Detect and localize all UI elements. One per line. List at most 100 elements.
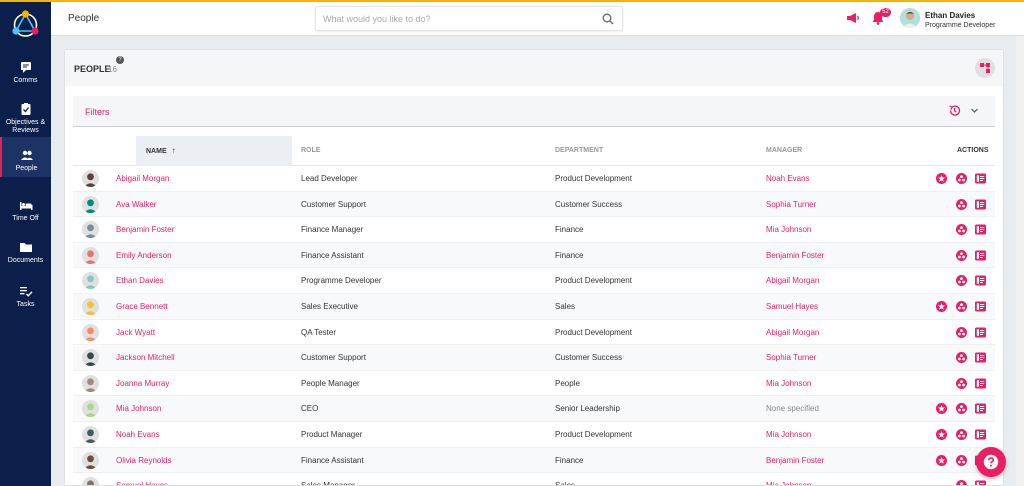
manager-link[interactable]: Noah Evans — [766, 166, 810, 191]
search-icon[interactable] — [602, 13, 614, 25]
avatar[interactable] — [82, 195, 99, 213]
team-icon[interactable] — [956, 198, 967, 210]
employee-name-link[interactable]: Jack Wyatt — [116, 320, 155, 345]
avatar[interactable] — [82, 477, 99, 485]
profile-card-icon[interactable] — [975, 352, 986, 363]
manager-link[interactable]: Benjamin Foster — [766, 448, 824, 473]
table-row[interactable]: Jack Wyatt QA Tester Product Development Ab… — [73, 320, 995, 346]
table-row[interactable]: Benjamin Foster Finance Manager Finance Mia… — [73, 217, 995, 243]
manager-link[interactable]: Sophia Turner — [766, 345, 816, 370]
table-row[interactable]: Abigail Morgan Lead Developer Product Deve… — [73, 166, 995, 192]
employee-name-link[interactable]: Jackson Mitchell — [116, 345, 175, 370]
team-icon[interactable] — [956, 352, 967, 364]
help-icon[interactable]: ? — [116, 56, 124, 64]
column-header-department[interactable]: DEPARTMENT — [555, 136, 603, 166]
avatar[interactable] — [82, 297, 99, 315]
employee-name-link[interactable]: Mia Johnson — [116, 396, 161, 421]
star-icon[interactable] — [936, 300, 947, 312]
avatar[interactable] — [82, 246, 99, 264]
sidebar-item-tasks[interactable]: Tasks — [0, 284, 51, 309]
profile-card-icon[interactable] — [975, 224, 986, 235]
table-row[interactable]: Mia Johnson CEO Senior Leadership None spec… — [73, 396, 995, 422]
table-row[interactable]: Ethan Davies Programme Developer Product D… — [73, 268, 995, 294]
manager-link[interactable]: Benjamin Foster — [766, 243, 824, 268]
manager-link[interactable]: Mia Johnson — [766, 217, 811, 242]
employee-name-link[interactable]: Samuel Hayes — [116, 473, 168, 485]
user-avatar[interactable] — [900, 8, 920, 28]
avatar[interactable] — [82, 221, 99, 239]
team-icon[interactable] — [956, 403, 967, 415]
manager-link[interactable]: Abigail Morgan — [766, 268, 819, 293]
avatar[interactable] — [82, 400, 99, 418]
sidebar-item-objectives[interactable]: Objectives & Reviews — [0, 102, 51, 135]
manager-link[interactable]: Sophia Turner — [766, 192, 816, 217]
filters-toggle[interactable]: Filters — [85, 107, 110, 117]
org-chart-button[interactable] — [975, 58, 995, 78]
sidebar-item-comms[interactable]: Comms — [0, 60, 51, 85]
team-icon[interactable] — [956, 428, 967, 440]
profile-card-icon[interactable] — [975, 250, 986, 261]
megaphone-icon[interactable] — [846, 12, 860, 24]
app-logo[interactable] — [10, 8, 41, 42]
history-icon[interactable] — [948, 104, 961, 117]
sidebar-item-people[interactable]: People — [0, 137, 51, 177]
sidebar-item-time-off[interactable]: Time Off — [0, 198, 51, 223]
column-header-role[interactable]: ROLE — [301, 136, 320, 166]
star-icon[interactable] — [936, 173, 947, 184]
chevron-down-icon[interactable] — [970, 106, 979, 115]
employee-name-link[interactable]: Emily Anderson — [116, 243, 172, 268]
help-fab-button[interactable] — [976, 447, 1006, 477]
avatar[interactable] — [82, 272, 99, 290]
avatar[interactable] — [82, 170, 99, 187]
table-row[interactable]: Noah Evans Product Manager Product Develop… — [73, 422, 995, 448]
profile-card-icon[interactable] — [975, 199, 986, 210]
employee-name-link[interactable]: Ethan Davies — [116, 268, 164, 293]
table-row[interactable]: Ava Walker Customer Support Customer Succe… — [73, 191, 995, 218]
employee-name-link[interactable]: Benjamin Foster — [116, 217, 174, 242]
profile-card-icon[interactable] — [975, 275, 986, 286]
team-icon[interactable] — [956, 275, 967, 287]
profile-card-icon[interactable] — [975, 327, 986, 338]
employee-name-link[interactable]: Ava Walker — [116, 192, 156, 217]
star-icon[interactable] — [936, 428, 947, 440]
team-icon[interactable] — [956, 454, 967, 466]
avatar[interactable] — [82, 374, 99, 392]
avatar[interactable] — [82, 425, 99, 443]
team-icon[interactable] — [956, 377, 967, 389]
profile-card-icon[interactable] — [975, 403, 986, 414]
table-row[interactable]: Jackson Mitchell Customer Support Customer… — [73, 345, 995, 371]
team-icon[interactable] — [956, 173, 967, 184]
search-box[interactable] — [315, 6, 623, 31]
page-scrollbar[interactable] — [1016, 36, 1024, 486]
team-icon[interactable] — [956, 249, 967, 261]
profile-card-icon[interactable] — [975, 480, 986, 486]
profile-card-icon[interactable] — [975, 301, 986, 312]
table-row[interactable]: Emily Anderson Finance Assistant Finance Be… — [73, 242, 995, 269]
avatar[interactable] — [82, 323, 99, 341]
profile-card-icon[interactable] — [975, 378, 986, 389]
table-row[interactable]: Joanna Murray People Manager People Mia Joh… — [73, 371, 995, 397]
profile-card-icon[interactable] — [975, 429, 986, 440]
table-row[interactable]: Olivia Reynolds Finance Assistant Finance B… — [73, 447, 995, 474]
search-input[interactable] — [316, 7, 586, 30]
manager-link[interactable]: Mia Johnson — [766, 473, 811, 485]
star-icon[interactable] — [936, 454, 947, 466]
sidebar-item-documents[interactable]: Documents — [0, 240, 51, 265]
team-icon[interactable] — [956, 300, 967, 312]
star-icon[interactable] — [936, 403, 947, 415]
table-row[interactable]: Grace Bennett Sales Executive Sales Samuel … — [73, 293, 995, 320]
team-icon[interactable] — [956, 326, 967, 338]
manager-link[interactable]: Samuel Hayes — [766, 294, 818, 319]
employee-name-link[interactable]: Joanna Murray — [116, 371, 169, 396]
filters-panel[interactable]: Filters — [73, 96, 995, 127]
manager-link[interactable]: Mia Johnson — [766, 371, 811, 396]
avatar[interactable] — [82, 349, 99, 367]
column-header-manager[interactable]: MANAGER — [766, 136, 802, 166]
employee-name-link[interactable]: Abigail Morgan — [116, 166, 169, 191]
user-name[interactable]: Ethan Davies — [925, 11, 975, 20]
employee-name-link[interactable]: Olivia Reynolds — [116, 448, 172, 473]
table-row[interactable]: Samuel Hayes Sales Manager Sales Mia Johnso… — [73, 473, 995, 486]
team-icon[interactable] — [956, 480, 967, 486]
employee-name-link[interactable]: Grace Bennett — [116, 294, 168, 319]
manager-link[interactable]: Mia Johnson — [766, 422, 811, 447]
